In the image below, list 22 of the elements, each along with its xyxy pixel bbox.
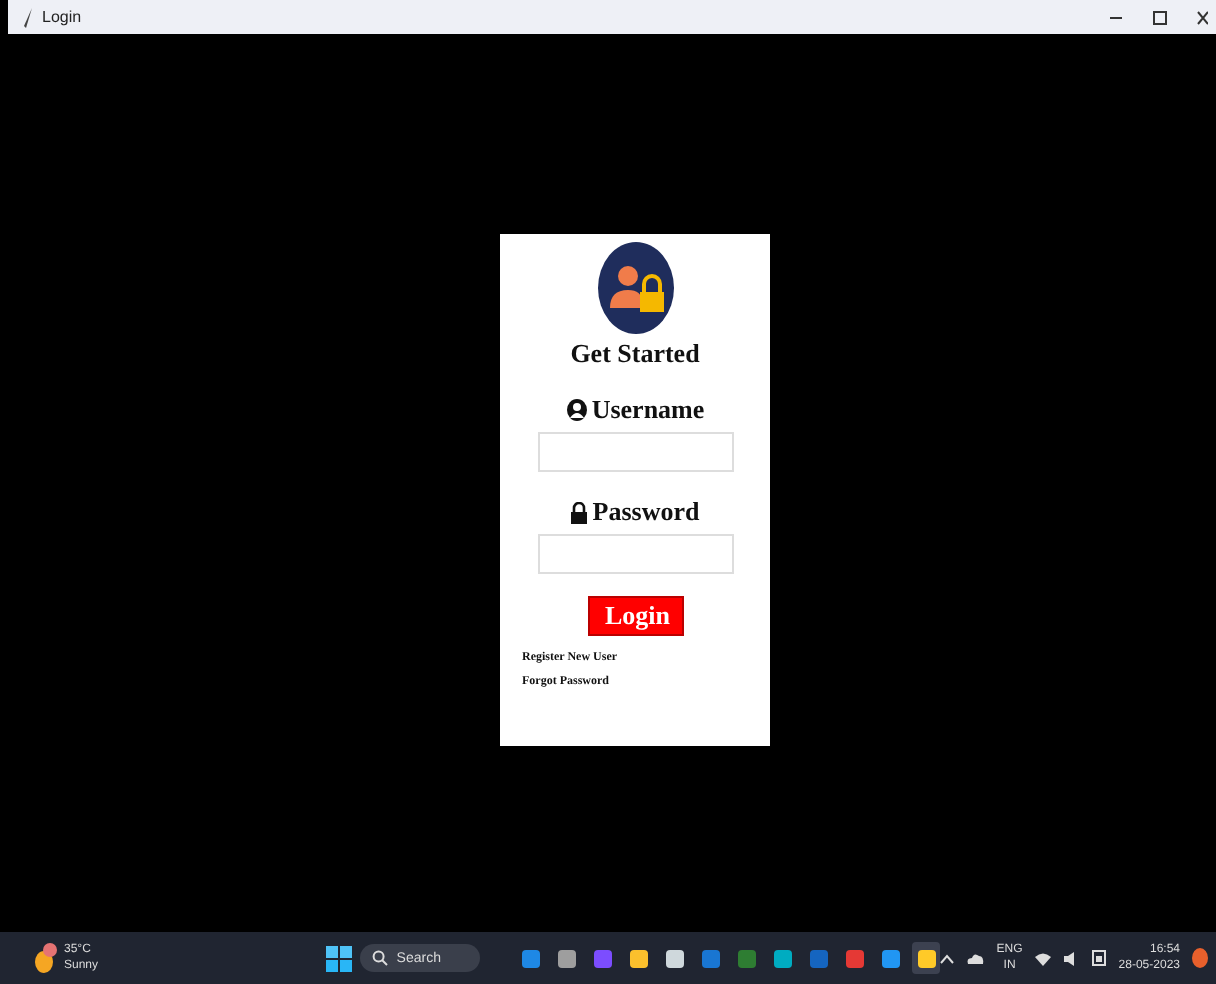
weather-icon [34,942,58,974]
notification-icon[interactable] [1192,948,1208,968]
user-icon [565,398,588,422]
chevron-up-icon[interactable] [940,953,955,963]
cloud-icon[interactable] [966,952,985,964]
app-icon[interactable] [912,942,941,974]
feather-icon [24,7,34,27]
maximize-icon[interactable] [1152,9,1168,25]
windows-logo-icon[interactable] [326,945,353,971]
username-label: Username [591,394,705,426]
password-label: Password [592,496,700,528]
login-button[interactable]: Login [587,596,683,636]
wifi-icon[interactable] [1034,951,1053,965]
close-icon[interactable] [1196,9,1208,25]
window-title: Login [42,8,82,26]
password-field[interactable] [537,534,733,574]
search-icon [372,950,389,966]
form-heading: Get Started [570,338,700,370]
user-lock-icon [597,242,673,334]
username-field[interactable] [537,432,733,472]
lock-icon [570,501,589,523]
battery-icon[interactable] [1092,950,1107,966]
